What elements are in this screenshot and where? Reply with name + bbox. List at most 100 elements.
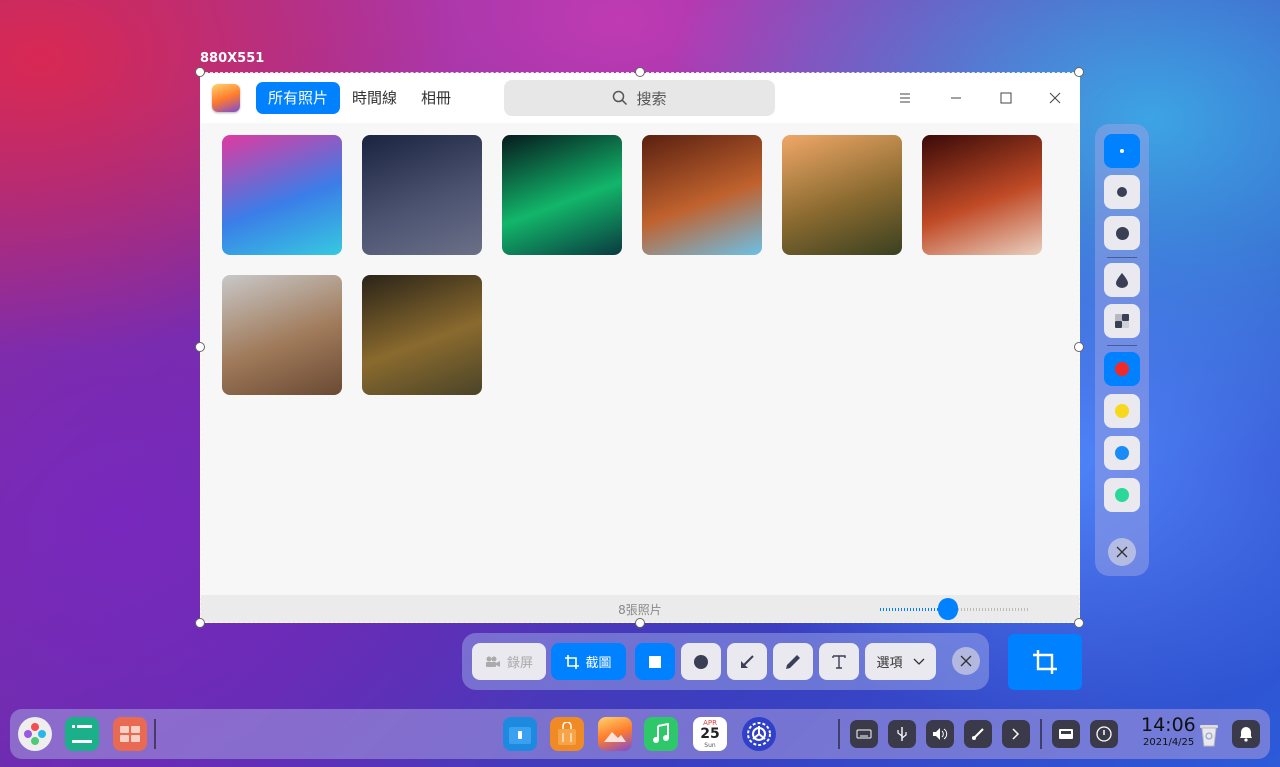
onscreen-keyboard-button[interactable] xyxy=(850,720,878,748)
size-small-dot-icon xyxy=(1120,149,1124,153)
arrow-icon xyxy=(741,654,754,668)
music-note-icon xyxy=(653,723,669,743)
volume-icon xyxy=(933,728,948,740)
panel-close-button[interactable] xyxy=(1108,538,1136,566)
usb-icon xyxy=(897,727,907,741)
pen-tool-button[interactable] xyxy=(773,643,813,680)
blur-icon xyxy=(1116,273,1128,288)
ellipse-tool-button[interactable] xyxy=(681,643,721,680)
rectangle-tool-button[interactable] xyxy=(635,643,675,680)
calendar-app[interactable]: APR 25 Sun xyxy=(693,717,727,751)
clock-time: 14:06 xyxy=(1141,714,1196,736)
screenshot-mode-label: 截圖 xyxy=(585,656,612,671)
usb-button[interactable] xyxy=(888,720,916,748)
photo-icon xyxy=(604,732,626,742)
close-icon xyxy=(1116,546,1128,558)
screenshot-toolbar: 錄屏 截圖 選項 xyxy=(462,633,989,690)
bell-icon xyxy=(1240,727,1252,742)
multitask-view-button[interactable] xyxy=(65,717,99,751)
album-app[interactable] xyxy=(598,717,632,751)
crop-icon xyxy=(1033,650,1057,674)
dock: APR 25 Sun 14:06 2021/4/25 xyxy=(10,709,1270,759)
size-large-dot-icon xyxy=(1115,226,1129,240)
mosaic-icon xyxy=(1115,314,1129,328)
resize-handle-top-left[interactable] xyxy=(195,67,205,77)
ellipse-icon xyxy=(694,654,708,669)
color-swatch-button[interactable] xyxy=(1104,394,1140,428)
app-store-app[interactable] xyxy=(550,717,584,751)
calendar-weekday: Sun xyxy=(704,742,716,749)
annotation-style-panel xyxy=(1095,124,1149,576)
mosaic-button[interactable] xyxy=(1104,304,1140,338)
capture-selection[interactable] xyxy=(200,72,1080,623)
tray-expand-button[interactable] xyxy=(1002,720,1030,748)
color-dot-icon xyxy=(1115,446,1129,460)
chevron-right-icon xyxy=(1012,728,1020,740)
multitask-icon xyxy=(72,725,92,743)
color-dot-icon xyxy=(1115,362,1129,376)
launcher-icon xyxy=(24,723,46,745)
color-dot-icon xyxy=(1115,488,1129,502)
file-manager-app[interactable] xyxy=(503,717,537,751)
music-app[interactable] xyxy=(644,717,678,751)
color-dot-icon xyxy=(1115,404,1129,418)
keyboard-icon xyxy=(1059,729,1073,739)
color-swatch-button[interactable] xyxy=(1104,478,1140,512)
gear-icon xyxy=(747,722,771,746)
trash-button[interactable] xyxy=(1192,717,1226,751)
rectangle-icon xyxy=(649,655,661,668)
dock-divider xyxy=(838,719,840,749)
pen-icon xyxy=(786,654,800,669)
close-icon xyxy=(960,655,972,667)
resize-handle-left[interactable] xyxy=(195,342,205,352)
screenshot-mode-button[interactable]: 截圖 xyxy=(551,643,626,680)
chevron-down-icon xyxy=(913,658,924,665)
shopping-bag-icon xyxy=(558,722,576,745)
arrow-tool-button[interactable] xyxy=(727,643,767,680)
divider xyxy=(1107,257,1137,258)
dock-divider xyxy=(154,719,156,749)
resize-handle-bottom[interactable] xyxy=(635,618,645,628)
resize-handle-bottom-right[interactable] xyxy=(1074,618,1084,628)
power-button[interactable] xyxy=(1090,720,1118,748)
divider xyxy=(1107,345,1137,346)
workspace-icon xyxy=(120,726,140,742)
text-icon xyxy=(832,654,846,669)
color-swatch-button[interactable] xyxy=(1104,436,1140,470)
size-small-button[interactable] xyxy=(1104,134,1140,168)
options-label: 選項 xyxy=(876,656,903,671)
clock-date: 2021/4/25 xyxy=(1143,737,1195,748)
launcher-button[interactable] xyxy=(18,717,52,751)
record-screen-label: 錄屏 xyxy=(506,656,533,671)
crop-icon xyxy=(565,654,580,669)
options-dropdown[interactable]: 選項 xyxy=(865,643,936,680)
power-icon xyxy=(1096,726,1112,742)
screenshot-tray-button[interactable] xyxy=(964,720,992,748)
size-large-button[interactable] xyxy=(1104,216,1140,250)
trash-icon xyxy=(1200,725,1218,747)
record-screen-button[interactable]: 錄屏 xyxy=(472,643,546,680)
selection-size-label: 880X551 xyxy=(200,51,265,66)
resize-handle-top-right[interactable] xyxy=(1074,67,1084,77)
notification-button[interactable] xyxy=(1232,720,1260,748)
resize-handle-right[interactable] xyxy=(1074,342,1084,352)
calendar-day: 25 xyxy=(700,726,720,742)
exit-screenshot-button[interactable] xyxy=(952,647,980,675)
size-medium-dot-icon xyxy=(1117,187,1127,197)
size-medium-button[interactable] xyxy=(1104,175,1140,209)
blur-button[interactable] xyxy=(1104,263,1140,297)
keyboard-icon xyxy=(856,729,872,739)
dock-divider xyxy=(1040,719,1042,749)
folder-icon xyxy=(509,727,531,744)
text-tool-button[interactable] xyxy=(819,643,859,680)
control-center-app[interactable] xyxy=(742,717,776,751)
confirm-capture-button[interactable] xyxy=(1008,634,1082,690)
color-swatch-button[interactable] xyxy=(1104,352,1140,386)
volume-button[interactable] xyxy=(926,720,954,748)
input-method-button[interactable] xyxy=(1052,720,1080,748)
brush-icon xyxy=(972,728,984,740)
camera-icon xyxy=(485,656,500,667)
workspace-button[interactable] xyxy=(113,717,147,751)
resize-handle-top[interactable] xyxy=(635,67,645,77)
resize-handle-bottom-left[interactable] xyxy=(195,618,205,628)
